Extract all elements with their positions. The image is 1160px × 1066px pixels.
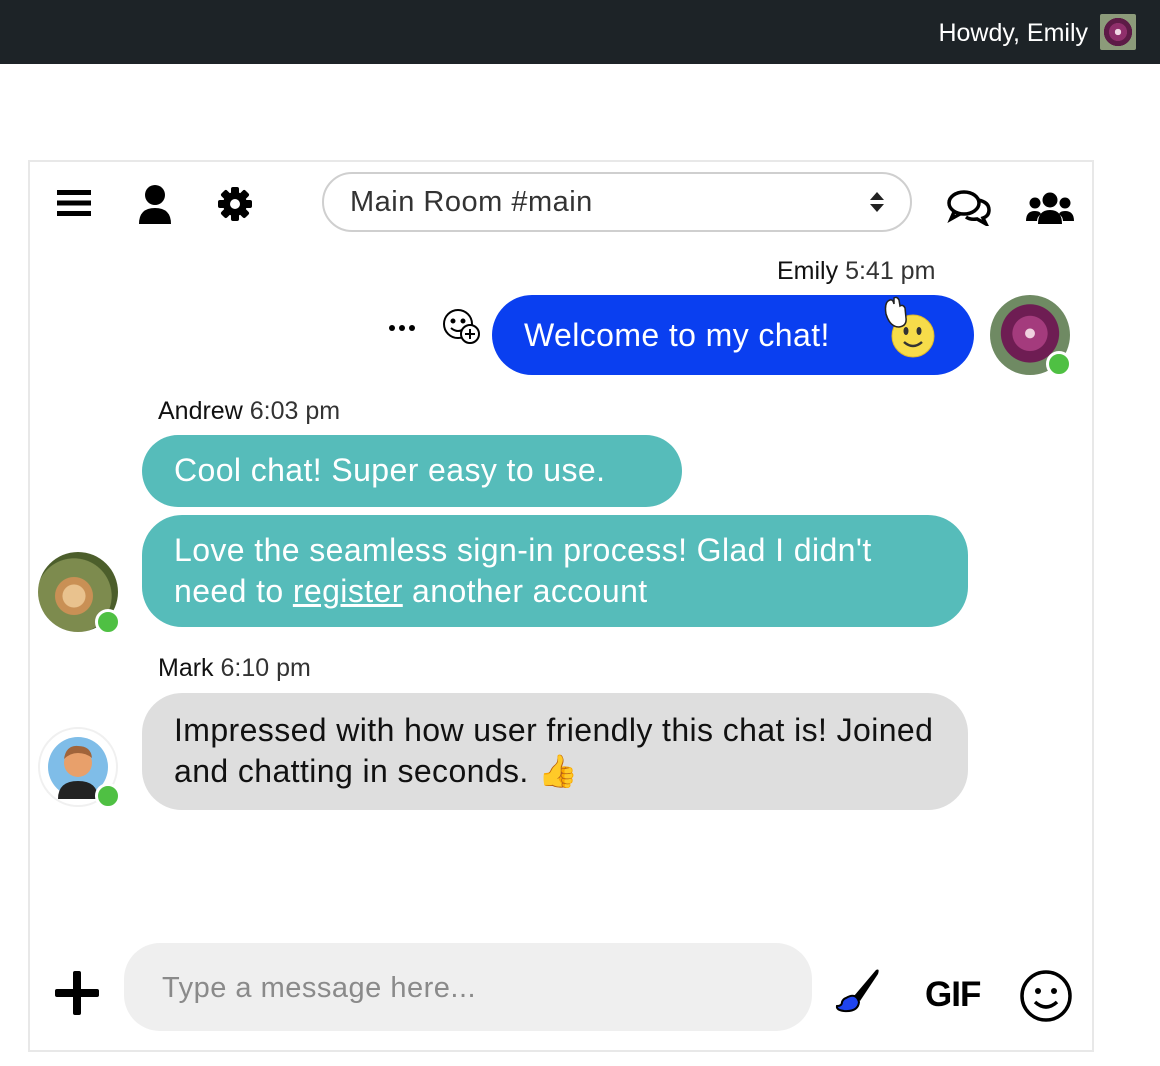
more-options-icon[interactable] [386,318,418,338]
message-bubble[interactable]: Impressed with how user friendly this ch… [142,693,968,810]
message-input[interactable] [160,967,764,1009]
greeting[interactable]: Howdy, Emily [938,18,1088,48]
message-author[interactable]: Emily [777,257,838,285]
admin-bar: Howdy, Emily [0,0,1160,64]
add-attachment-icon[interactable] [54,970,100,1016]
menu-icon[interactable] [56,186,92,220]
message-meta: Emily 5:41 pm [777,256,935,286]
message-time: 5:41 pm [845,257,936,285]
paintbrush-icon[interactable] [832,966,882,1016]
users-icon[interactable] [1026,190,1074,226]
message-bubble[interactable]: Love the seamless sign-in process! Glad … [142,515,968,627]
room-select-value: Main Room #main [350,186,593,218]
gear-icon[interactable] [216,185,254,223]
thumbs-up-icon: 👍 [538,753,579,789]
user-icon[interactable] [136,183,174,225]
online-status-dot [95,609,121,635]
online-status-dot [1046,351,1072,377]
message-author[interactable]: Andrew [158,397,243,425]
message-meta: Andrew 6:03 pm [158,396,340,426]
message-bubble[interactable]: Cool chat! Super easy to use. [142,435,682,507]
message-text: Cool chat! Super easy to use. [174,452,606,488]
message-text: Welcome to my chat! [524,317,830,353]
online-status-dot [95,783,121,809]
chat-bubbles-icon[interactable] [946,188,992,226]
wave-smiley-icon [880,296,938,358]
room-select[interactable]: Main Room #main [322,172,912,232]
user-avatar[interactable] [1100,14,1136,50]
message-time: 6:10 pm [220,654,311,682]
gif-button[interactable]: GIF [925,975,981,1015]
emoji-picker-icon[interactable] [1018,968,1074,1024]
message-composer [124,943,812,1031]
message-meta: Mark 6:10 pm [158,653,311,683]
message-time: 6:03 pm [249,397,341,425]
message-text: another account [402,573,648,609]
add-reaction-icon[interactable] [440,306,484,348]
message-author[interactable]: Mark [158,654,214,682]
select-arrows-icon [868,190,886,219]
register-link[interactable]: register [293,573,403,609]
